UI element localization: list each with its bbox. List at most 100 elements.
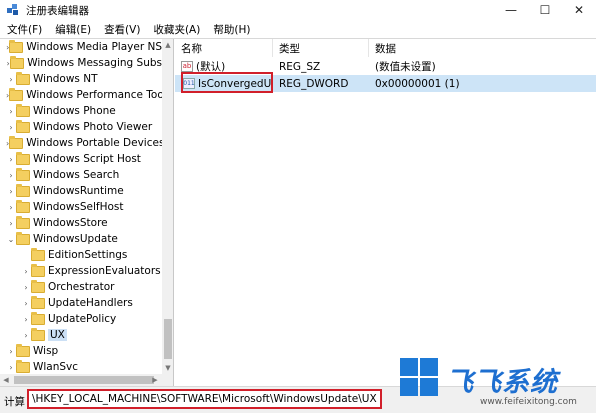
tree-item-label: WindowsRuntime bbox=[33, 185, 124, 197]
value-data: (数值未设置) bbox=[375, 61, 436, 73]
chevron-right-icon[interactable]: › bbox=[6, 119, 16, 135]
value-type: REG_DWORD bbox=[279, 77, 349, 90]
tree-item-label: ExpressionEvaluators bbox=[48, 265, 161, 277]
folder-icon bbox=[16, 119, 30, 133]
folder-icon bbox=[16, 199, 30, 213]
watermark-url: www.feifeixitong.com bbox=[480, 397, 577, 407]
window-title: 注册表编辑器 bbox=[26, 4, 89, 17]
folder-icon bbox=[16, 183, 30, 197]
minimize-button[interactable]: — bbox=[494, 0, 528, 20]
menu-help[interactable]: 帮助(H) bbox=[206, 22, 256, 37]
title-bar: 注册表编辑器 — ☐ ✕ bbox=[0, 0, 596, 20]
chevron-right-icon[interactable]: › bbox=[6, 71, 16, 87]
string-value-icon: ab bbox=[181, 61, 193, 72]
tree-item[interactable]: › Windows Messaging Subs bbox=[0, 55, 162, 71]
tree-item[interactable]: › ExpressionEvaluators bbox=[0, 263, 162, 279]
folder-icon bbox=[16, 103, 30, 117]
tree-item[interactable]: › WlanSvc bbox=[0, 359, 162, 374]
tree-item[interactable]: › UpdateHandlers bbox=[0, 295, 162, 311]
chevron-right-icon[interactable]: › bbox=[6, 215, 16, 231]
tree-item-label: Windows Search bbox=[33, 169, 120, 181]
folder-icon bbox=[16, 71, 30, 85]
registry-tree[interactable]: › WlanSvc › Wisp › UX › UpdatePolicy › UpdateHand… bbox=[0, 39, 174, 374]
tree-item[interactable]: › WindowsRuntime bbox=[0, 183, 162, 199]
tree-item[interactable]: EditionSettings bbox=[0, 247, 162, 263]
folder-icon bbox=[16, 215, 30, 229]
scroll-left-icon[interactable]: ◀ bbox=[0, 374, 12, 386]
folder-icon bbox=[16, 167, 30, 181]
chevron-right-icon[interactable]: › bbox=[21, 295, 31, 311]
tree-item-label: Windows Script Host bbox=[33, 153, 141, 165]
tree-item-label: Windows Messaging Subs bbox=[27, 57, 162, 69]
tree-item-label: Orchestrator bbox=[48, 281, 115, 293]
tree-item-label: Windows Portable Devices bbox=[26, 137, 165, 149]
scroll-thumb[interactable] bbox=[164, 319, 172, 359]
tree-item[interactable]: › WindowsSelfHost bbox=[0, 199, 162, 215]
maximize-button[interactable]: ☐ bbox=[528, 0, 562, 20]
menu-file[interactable]: 文件(F) bbox=[0, 22, 48, 37]
menu-view[interactable]: 查看(V) bbox=[97, 22, 146, 37]
tree-item[interactable]: › Windows Media Player NS bbox=[0, 39, 162, 55]
tree-item[interactable]: › Windows Phone bbox=[0, 103, 162, 119]
tree-item[interactable]: › Orchestrator bbox=[0, 279, 162, 295]
close-button[interactable]: ✕ bbox=[562, 0, 596, 20]
folder-icon bbox=[9, 39, 24, 53]
chevron-right-icon[interactable]: › bbox=[6, 167, 16, 183]
tree-item-label: Windows Photo Viewer bbox=[33, 121, 153, 133]
scroll-down-icon[interactable]: ▼ bbox=[162, 362, 173, 374]
tree-item[interactable]: › Wisp bbox=[0, 343, 162, 359]
folder-icon bbox=[16, 151, 30, 165]
column-header-type[interactable]: 类型 bbox=[273, 39, 369, 57]
chevron-right-icon[interactable]: › bbox=[21, 263, 31, 279]
tree-item-label: UpdatePolicy bbox=[48, 313, 117, 325]
tree-item[interactable]: › WindowsStore bbox=[0, 215, 162, 231]
tree-horizontal-scrollbar[interactable]: ◀ ▶ bbox=[0, 374, 174, 386]
folder-icon bbox=[16, 343, 30, 357]
tree-item[interactable]: › Windows NT bbox=[0, 71, 162, 87]
folder-icon bbox=[31, 279, 45, 293]
column-header-data[interactable]: 数据 bbox=[369, 39, 596, 57]
chevron-right-icon[interactable]: › bbox=[21, 311, 31, 327]
chevron-right-icon[interactable]: › bbox=[6, 343, 16, 359]
folder-icon bbox=[31, 263, 45, 277]
tree-item[interactable]: › UX bbox=[0, 327, 162, 343]
tree-item-label: WindowsStore bbox=[33, 217, 108, 229]
tree-item[interactable]: › Windows Portable Devices bbox=[0, 135, 165, 151]
tree-item[interactable]: › Windows Script Host bbox=[0, 151, 162, 167]
tree-item-label: Wisp bbox=[33, 345, 59, 357]
tree-item[interactable]: › Windows Performance Too bbox=[0, 87, 164, 103]
tree-item[interactable]: ⌄ WindowsUpdate bbox=[0, 231, 162, 247]
tree-item-label: Windows Performance Too bbox=[26, 89, 164, 101]
menu-edit[interactable]: 编辑(E) bbox=[48, 22, 97, 37]
folder-icon bbox=[31, 247, 45, 261]
chevron-right-icon[interactable]: › bbox=[21, 279, 31, 295]
folder-icon bbox=[10, 55, 25, 69]
scroll-up-icon[interactable]: ▲ bbox=[162, 39, 173, 51]
chevron-right-icon[interactable]: › bbox=[6, 359, 16, 374]
folder-icon bbox=[16, 359, 30, 373]
chevron-right-icon[interactable]: › bbox=[6, 151, 16, 167]
chevron-down-icon[interactable]: ⌄ bbox=[6, 231, 16, 247]
chevron-right-icon[interactable]: › bbox=[6, 199, 16, 215]
tree-item[interactable]: › Windows Search bbox=[0, 167, 162, 183]
chevron-right-icon[interactable]: › bbox=[6, 103, 16, 119]
menu-favorites[interactable]: 收藏夹(A) bbox=[146, 22, 206, 37]
windows-logo-icon bbox=[400, 358, 440, 398]
registry-path[interactable]: \HKEY_LOCAL_MACHINE\SOFTWARE\Microsoft\W… bbox=[27, 389, 382, 409]
column-header-name[interactable]: 名称 bbox=[175, 39, 273, 57]
tree-item[interactable]: › UpdatePolicy bbox=[0, 311, 162, 327]
tree-item-label: EditionSettings bbox=[48, 249, 128, 261]
regedit-app-icon bbox=[6, 3, 20, 17]
tree-item-label: UX bbox=[48, 329, 67, 341]
value-data: 0x00000001 (1) bbox=[375, 77, 460, 90]
tree-item-label: WindowsSelfHost bbox=[33, 201, 124, 213]
folder-icon bbox=[31, 311, 45, 325]
tree-item[interactable]: › Windows Photo Viewer bbox=[0, 119, 162, 135]
folder-icon bbox=[31, 295, 45, 309]
chevron-right-icon[interactable]: › bbox=[6, 183, 16, 199]
scroll-thumb-horizontal[interactable] bbox=[14, 376, 154, 384]
chevron-right-icon[interactable]: › bbox=[21, 327, 31, 343]
tree-item-label: Windows Media Player NS bbox=[26, 41, 162, 53]
tree-vertical-scrollbar[interactable]: ▲ ▼ bbox=[162, 39, 173, 374]
scroll-right-icon[interactable]: ▶ bbox=[149, 374, 161, 386]
